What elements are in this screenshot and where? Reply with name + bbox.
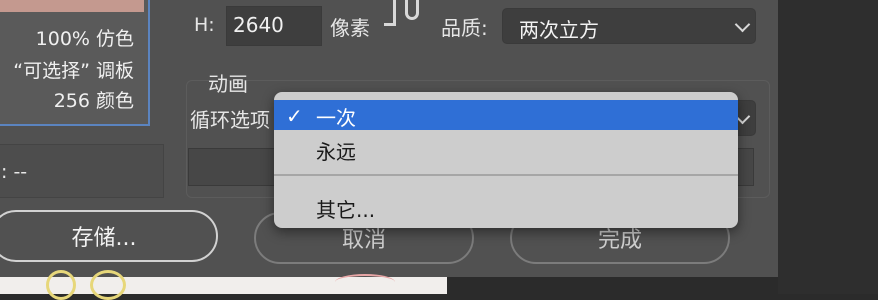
height-label: H: xyxy=(194,14,215,36)
menu-item-forever[interactable]: 永远 xyxy=(274,134,738,164)
save-button[interactable]: 存储... xyxy=(0,210,218,262)
menu-item-other[interactable]: 其它... xyxy=(274,192,738,222)
menu-item-label: 一次 xyxy=(316,106,356,130)
menu-item-label: 永远 xyxy=(316,140,356,164)
height-unit-label: 像素 xyxy=(330,16,370,40)
quality-label: 品质: xyxy=(441,16,488,40)
quality-select-value: 两次立方 xyxy=(519,18,599,42)
checkmark-icon: ✓ xyxy=(286,104,303,128)
menu-item-label: 其它... xyxy=(316,198,376,222)
loop-options-menu: ✓ 一次 永远 其它... xyxy=(274,92,738,228)
preview-pane[interactable]: 100% 仿色 “可选择” 调板 256 颜色 xyxy=(0,0,150,126)
doodle-circle xyxy=(90,270,126,300)
height-input[interactable]: 2640 xyxy=(226,6,322,46)
link-bracket xyxy=(384,0,396,26)
animation-group-title: 动画 xyxy=(208,72,248,96)
doodle-stroke xyxy=(335,274,395,290)
doodle-circle xyxy=(46,270,76,300)
preview-stat-box: : -- xyxy=(0,144,164,198)
menu-separator xyxy=(274,174,738,176)
preview-info-colors: 256 颜色 xyxy=(53,90,134,112)
preview-stat-text: : -- xyxy=(1,161,28,183)
menu-item-once[interactable]: ✓ 一次 xyxy=(274,100,738,130)
link-proportions-icon[interactable] xyxy=(405,0,419,20)
preview-image xyxy=(0,0,144,12)
workspace-right-edge xyxy=(778,0,878,294)
loop-options-label: 循环选项 xyxy=(190,108,270,132)
chevron-down-icon xyxy=(734,16,751,33)
preview-info-dither: 100% 仿色 xyxy=(35,28,134,50)
preview-info-palette: “可选择” 调板 xyxy=(13,60,134,82)
quality-select[interactable]: 两次立方 xyxy=(502,8,756,44)
